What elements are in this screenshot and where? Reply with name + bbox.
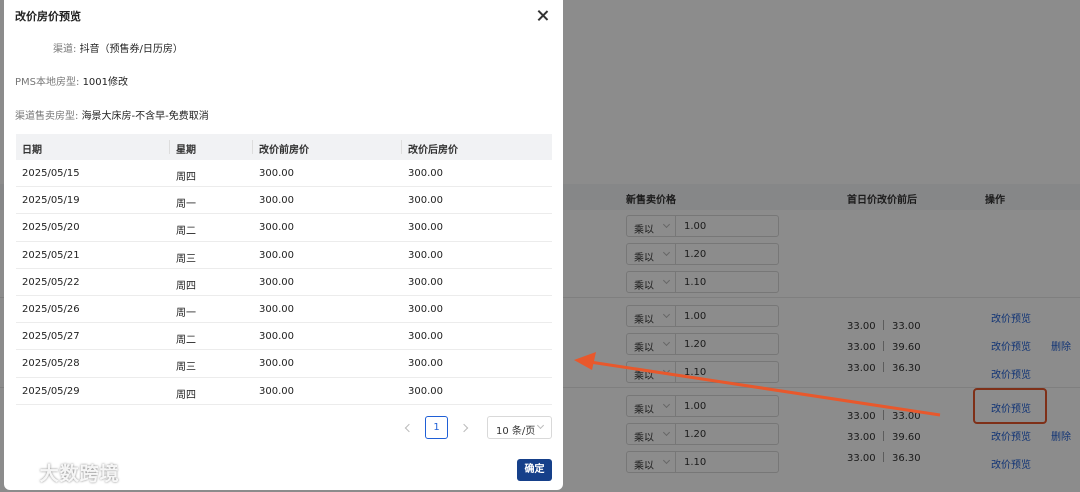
table-row: 2025/05/21 周三 300.00 300.00 — [16, 242, 552, 269]
cell-date: 2025/05/29 — [22, 385, 80, 397]
confirm-button[interactable]: 确定 — [517, 459, 552, 481]
cell-price-before: 300.00 — [259, 303, 294, 315]
column-price-before: 改价前房价 — [259, 145, 309, 156]
page-size-value: 10 条/页 — [496, 426, 536, 437]
watermark: 大数跨境 — [8, 459, 120, 485]
sale-room-value: 海景大床房-不含早-免费取消 — [81, 111, 209, 122]
table-row: 2025/05/15 周四 300.00 300.00 — [16, 160, 552, 188]
channel-label: 渠道: — [53, 44, 77, 55]
cell-weekday: 周三 — [176, 253, 196, 265]
cell-date: 2025/05/27 — [22, 331, 80, 343]
price-preview-modal: 改价房价预览 渠道: 抖音（预售券/日历房） PMS本地房型: 1001修改 渠… — [4, 0, 563, 490]
price-preview-table: 日期 星期 改价前房价 改价后房价 2025/05/15 周四 300.00 300.… — [16, 134, 552, 405]
cell-date: 2025/05/21 — [22, 249, 80, 261]
prev-page-icon[interactable] — [403, 422, 413, 434]
next-page-icon[interactable] — [460, 422, 470, 434]
cell-date: 2025/05/22 — [22, 276, 80, 288]
cell-price-after: 300.00 — [408, 303, 443, 315]
cell-price-after: 300.00 — [408, 358, 443, 370]
chevron-down-icon — [536, 421, 545, 430]
cell-price-after: 300.00 — [408, 222, 443, 234]
cell-date: 2025/05/20 — [22, 222, 80, 234]
cell-date: 2025/05/26 — [22, 303, 80, 315]
pms-room-label: PMS本地房型: — [15, 77, 80, 88]
cell-price-after: 300.00 — [408, 249, 443, 261]
cell-price-after: 300.00 — [408, 168, 443, 179]
cell-price-after: 300.00 — [408, 385, 443, 397]
pms-room-value: 1001修改 — [82, 77, 129, 88]
cell-price-before: 300.00 — [259, 222, 294, 234]
cell-date: 2025/05/15 — [22, 168, 80, 179]
table-header: 日期 星期 改价前房价 改价后房价 — [16, 134, 552, 160]
pms-room-field: PMS本地房型: 1001修改 — [15, 73, 128, 88]
table-row: 2025/05/22 周四 300.00 300.00 — [16, 269, 552, 296]
table-row: 2025/05/27 周二 300.00 300.00 — [16, 323, 552, 351]
table-row: 2025/05/28 周三 300.00 300.00 — [16, 350, 552, 378]
cell-price-before: 300.00 — [259, 358, 294, 370]
cell-date: 2025/05/19 — [22, 195, 80, 207]
cell-weekday: 周四 — [176, 389, 196, 401]
cell-price-after: 300.00 — [408, 331, 443, 343]
watermark-logo-icon — [10, 462, 30, 482]
table-row: 2025/05/26 周一 300.00 300.00 — [16, 296, 552, 324]
cell-price-after: 300.00 — [408, 276, 443, 288]
modal-title: 改价房价预览 — [15, 10, 81, 23]
watermark-text: 大数跨境 — [39, 463, 120, 485]
cell-price-before: 300.00 — [259, 331, 294, 343]
column-price-after: 改价后房价 — [408, 145, 458, 156]
table-row: 2025/05/19 周一 300.00 300.00 — [16, 187, 552, 215]
close-icon[interactable] — [536, 9, 550, 23]
channel-field: 渠道: 抖音（预售券/日历房） — [53, 40, 183, 55]
cell-weekday: 周一 — [176, 307, 196, 319]
cell-price-before: 300.00 — [259, 385, 294, 397]
page-size-select[interactable]: 10 条/页 — [487, 416, 552, 439]
table-row: 2025/05/20 周二 300.00 300.00 — [16, 214, 552, 242]
cell-price-after: 300.00 — [408, 195, 443, 207]
cell-weekday: 周一 — [176, 199, 196, 211]
cell-weekday: 周四 — [176, 172, 196, 183]
cell-weekday: 周三 — [176, 362, 196, 374]
cell-price-before: 300.00 — [259, 195, 294, 207]
cell-weekday: 周二 — [176, 335, 196, 347]
sale-room-label: 渠道售卖房型: — [15, 111, 79, 122]
pagination-page-1[interactable]: 1 — [425, 416, 448, 439]
cell-date: 2025/05/28 — [22, 358, 80, 370]
cell-price-before: 300.00 — [259, 249, 294, 261]
cell-weekday: 周四 — [176, 280, 196, 292]
column-date: 日期 — [22, 145, 42, 156]
table-row: 2025/05/29 周四 300.00 300.00 — [16, 378, 552, 405]
cell-weekday: 周二 — [176, 226, 196, 238]
sale-room-field: 渠道售卖房型: 海景大床房-不含早-免费取消 — [15, 107, 209, 122]
column-weekday: 星期 — [176, 145, 196, 156]
cell-price-before: 300.00 — [259, 168, 294, 179]
cell-price-before: 300.00 — [259, 276, 294, 288]
channel-value: 抖音（预售券/日历房） — [79, 44, 183, 55]
